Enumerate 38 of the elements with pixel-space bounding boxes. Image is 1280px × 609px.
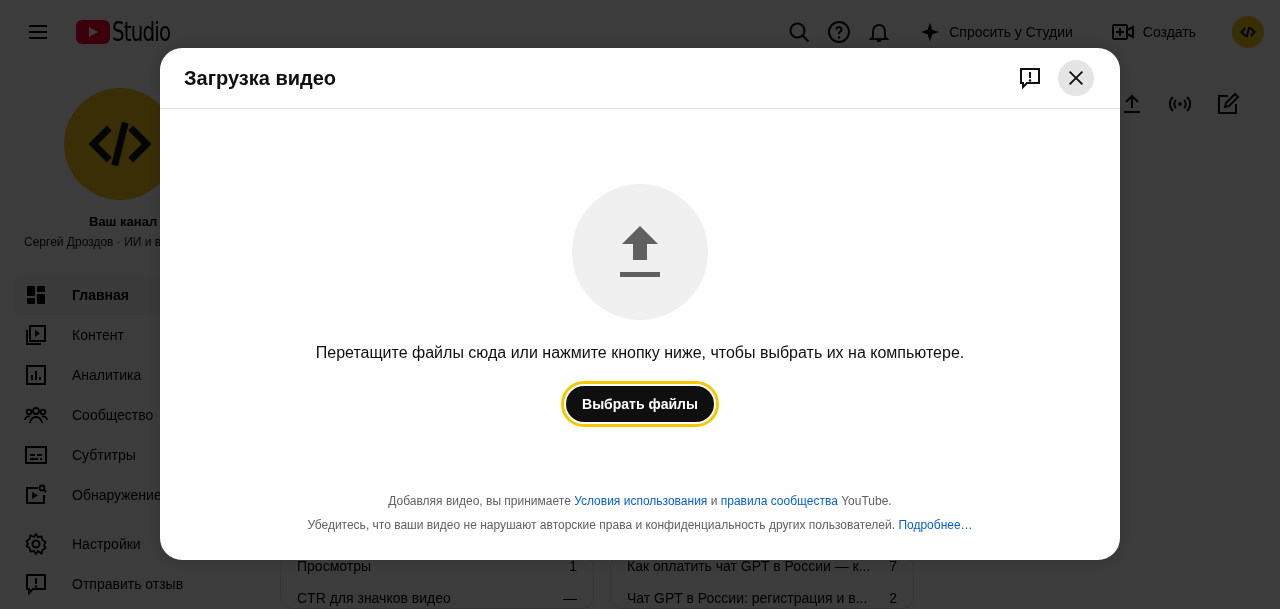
- settings-icon: [24, 532, 48, 556]
- bar-chart-icon: [24, 363, 48, 387]
- sidebar-item[interactable]: Субтитры: [14, 435, 248, 475]
- metric-label: Просмотры: [297, 558, 371, 574]
- video-title[interactable]: Как оплатить чат GPT в России — к...: [627, 558, 871, 574]
- feedback-icon[interactable]: [1018, 66, 1042, 90]
- channel-label: Ваш канал: [89, 214, 159, 229]
- sidebar-item[interactable]: Отправить отзыв: [14, 564, 248, 604]
- sidebar-item[interactable]: Аналитика: [14, 355, 248, 395]
- video-title[interactable]: Чат GPT в России: регистрация и в...: [627, 590, 868, 606]
- drop-instructions: Перетащите файлы сюда или нажмите кнопку ниже, чтобы выбрать их на компьютере.: [315, 344, 965, 362]
- view-count: 2: [889, 590, 897, 606]
- metric-value: —: [563, 590, 577, 606]
- video-search-icon: [24, 483, 48, 507]
- legal-notice: Убедитесь, что ваши видео не нарушают авторские права и конфиденциальность других пользователей. Подробнее…: [307, 518, 973, 532]
- sidebar-item[interactable]: Обнаружение: [14, 475, 248, 515]
- legal-link[interactable]: Подробнее…: [898, 518, 973, 532]
- legal-notice: Добавляя видео, вы принимаете Условия использования и правила сообщества YouTube.: [388, 494, 892, 508]
- legal-link[interactable]: Условия использования: [574, 494, 708, 508]
- create-button[interactable]: Создать: [1098, 14, 1208, 50]
- sidebar-item[interactable]: Сообщество: [14, 395, 248, 435]
- subtitles-icon: [24, 443, 48, 467]
- video-library-icon: [24, 323, 48, 347]
- sidebar-item[interactable]: Настройки: [14, 524, 248, 564]
- dashboard-icon: [24, 283, 48, 307]
- metric-value: 1: [569, 558, 577, 574]
- help-icon: [827, 20, 852, 44]
- feedback-icon: [24, 572, 48, 596]
- sidebar-item[interactable]: Контент: [14, 315, 248, 355]
- legal-link[interactable]: правила сообщества: [720, 494, 838, 508]
- close-button[interactable]: [1058, 60, 1094, 96]
- search-icon: [787, 20, 812, 44]
- studio-logo[interactable]: Studio: [76, 17, 181, 47]
- ask-studio-button[interactable]: Спросить у Студии: [907, 14, 1085, 50]
- view-count: 7: [889, 558, 897, 574]
- metric-label: CTR для значков видео: [297, 590, 451, 606]
- dialog-title: Загрузка видео: [184, 66, 338, 90]
- upload-arrow-icon: [618, 224, 662, 280]
